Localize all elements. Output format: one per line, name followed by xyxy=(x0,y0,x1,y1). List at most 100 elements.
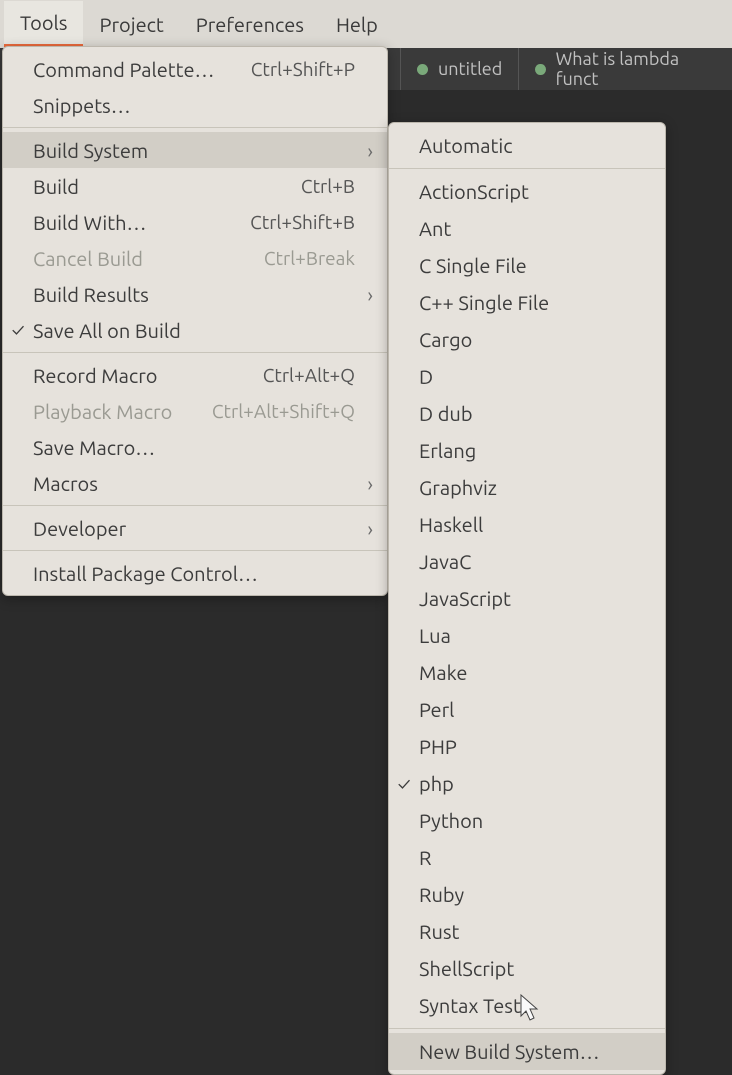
build-system-option[interactable]: ShellScript xyxy=(389,950,665,987)
chevron-right-icon: › xyxy=(355,139,373,162)
menu-label: Graphviz xyxy=(419,476,651,499)
menu-label: Automatic xyxy=(419,134,651,157)
menu-label: Save All on Build xyxy=(33,319,331,342)
build-system-option[interactable]: PHP xyxy=(389,728,665,765)
build-system-option[interactable]: Rust xyxy=(389,913,665,950)
menu-label: ShellScript xyxy=(419,957,651,980)
menu-label: D dub xyxy=(419,402,651,425)
menu-accel: Ctrl+Alt+Shift+Q xyxy=(188,400,355,422)
build-system-option[interactable]: Automatic xyxy=(389,127,665,164)
build-system-option[interactable]: Erlang xyxy=(389,432,665,469)
check-icon: ✓ xyxy=(3,320,33,340)
separator xyxy=(389,1028,665,1029)
menu-label: Build With… xyxy=(33,211,226,234)
menu-command-palette[interactable]: Command Palette… Ctrl+Shift+P xyxy=(3,51,387,87)
menu-label: New Build System… xyxy=(419,1040,651,1063)
check-icon: ✓ xyxy=(389,774,419,794)
menu-developer[interactable]: Developer › xyxy=(3,510,387,546)
tab-lambda[interactable]: What is lambda funct xyxy=(518,48,732,90)
menu-accel: Ctrl+B xyxy=(277,175,355,197)
build-system-option[interactable]: Syntax Tests xyxy=(389,987,665,1024)
menu-label: Build Results xyxy=(33,283,331,306)
menu-label: Macros xyxy=(33,472,331,495)
menu-label: Developer xyxy=(33,517,331,540)
menubar-project[interactable]: Project xyxy=(83,3,179,46)
menu-label: Install Package Control… xyxy=(33,562,331,585)
unsaved-dot-icon xyxy=(417,64,428,75)
menu-label: Rust xyxy=(419,920,651,943)
build-system-option[interactable]: C++ Single File xyxy=(389,284,665,321)
build-system-option[interactable]: R xyxy=(389,839,665,876)
menu-cancel-build: Cancel Build Ctrl+Break xyxy=(3,240,387,276)
chevron-right-icon: › xyxy=(355,517,373,540)
build-system-option[interactable]: Python xyxy=(389,802,665,839)
menu-label: php xyxy=(419,772,651,795)
build-system-option[interactable]: Cargo xyxy=(389,321,665,358)
build-system-option[interactable]: ✓php xyxy=(389,765,665,802)
separator xyxy=(3,127,387,128)
menu-label: C++ Single File xyxy=(419,291,651,314)
menu-save-all-on-build[interactable]: ✓ Save All on Build xyxy=(3,312,387,348)
build-system-option[interactable]: Ant xyxy=(389,210,665,247)
menubar: Tools Project Preferences Help xyxy=(0,0,732,48)
menu-accel: Ctrl+Shift+B xyxy=(226,211,355,233)
tools-dropdown: Command Palette… Ctrl+Shift+P Snippets… … xyxy=(2,46,388,596)
menu-accel: Ctrl+Alt+Q xyxy=(239,364,355,386)
menu-build[interactable]: Build Ctrl+B xyxy=(3,168,387,204)
unsaved-dot-icon xyxy=(535,64,545,75)
build-system-option[interactable]: JavaScript xyxy=(389,580,665,617)
menubar-tools[interactable]: Tools xyxy=(4,1,83,47)
separator xyxy=(3,550,387,551)
tab-label: What is lambda funct xyxy=(556,49,716,89)
menu-save-macro[interactable]: Save Macro… xyxy=(3,429,387,465)
menubar-preferences[interactable]: Preferences xyxy=(180,3,320,46)
chevron-right-icon: › xyxy=(355,283,373,306)
build-system-option[interactable]: Perl xyxy=(389,691,665,728)
menu-label: Perl xyxy=(419,698,651,721)
menu-label: D xyxy=(419,365,651,388)
menu-build-results[interactable]: Build Results › xyxy=(3,276,387,312)
build-system-option[interactable]: ActionScript xyxy=(389,173,665,210)
tab-untitled[interactable]: untitled xyxy=(400,48,518,90)
menu-label: Ant xyxy=(419,217,651,240)
build-system-option[interactable]: Haskell xyxy=(389,506,665,543)
menu-label: Python xyxy=(419,809,651,832)
tab-label: untitled xyxy=(438,59,502,79)
menu-macros[interactable]: Macros › xyxy=(3,465,387,501)
menu-label: Build System xyxy=(33,139,331,162)
menu-label: Erlang xyxy=(419,439,651,462)
build-system-option[interactable]: Make xyxy=(389,654,665,691)
menu-label: Haskell xyxy=(419,513,651,536)
menu-build-with[interactable]: Build With… Ctrl+Shift+B xyxy=(3,204,387,240)
menu-label: JavaC xyxy=(419,550,651,573)
build-system-option[interactable]: D dub xyxy=(389,395,665,432)
menu-label: ActionScript xyxy=(419,180,651,203)
menu-record-macro[interactable]: Record Macro Ctrl+Alt+Q xyxy=(3,357,387,393)
menu-label: Lua xyxy=(419,624,651,647)
menu-label: PHP xyxy=(419,735,651,758)
separator xyxy=(3,505,387,506)
menu-label: Record Macro xyxy=(33,364,239,387)
menu-playback-macro: Playback Macro Ctrl+Alt+Shift+Q xyxy=(3,393,387,429)
menu-label: R xyxy=(419,846,651,869)
menu-label: Make xyxy=(419,661,651,684)
menu-label: Save Macro… xyxy=(33,436,331,459)
build-system-option[interactable]: Graphviz xyxy=(389,469,665,506)
menu-label: Snippets… xyxy=(33,94,331,117)
build-system-option[interactable]: D xyxy=(389,358,665,395)
menu-label: Syntax Tests xyxy=(419,994,651,1017)
menu-label: JavaScript xyxy=(419,587,651,610)
menu-build-system[interactable]: Build System › xyxy=(3,132,387,168)
build-system-option[interactable]: C Single File xyxy=(389,247,665,284)
menu-snippets[interactable]: Snippets… xyxy=(3,87,387,123)
build-system-option[interactable]: Ruby xyxy=(389,876,665,913)
menu-install-package-control[interactable]: Install Package Control… xyxy=(3,555,387,591)
menu-label: Cancel Build xyxy=(33,247,240,270)
build-system-option[interactable]: Lua xyxy=(389,617,665,654)
menu-new-build-system[interactable]: New Build System… xyxy=(389,1033,665,1070)
menu-label: Build xyxy=(33,175,277,198)
menu-accel: Ctrl+Shift+P xyxy=(227,58,355,80)
separator xyxy=(3,352,387,353)
menubar-help[interactable]: Help xyxy=(320,3,394,46)
build-system-option[interactable]: JavaC xyxy=(389,543,665,580)
